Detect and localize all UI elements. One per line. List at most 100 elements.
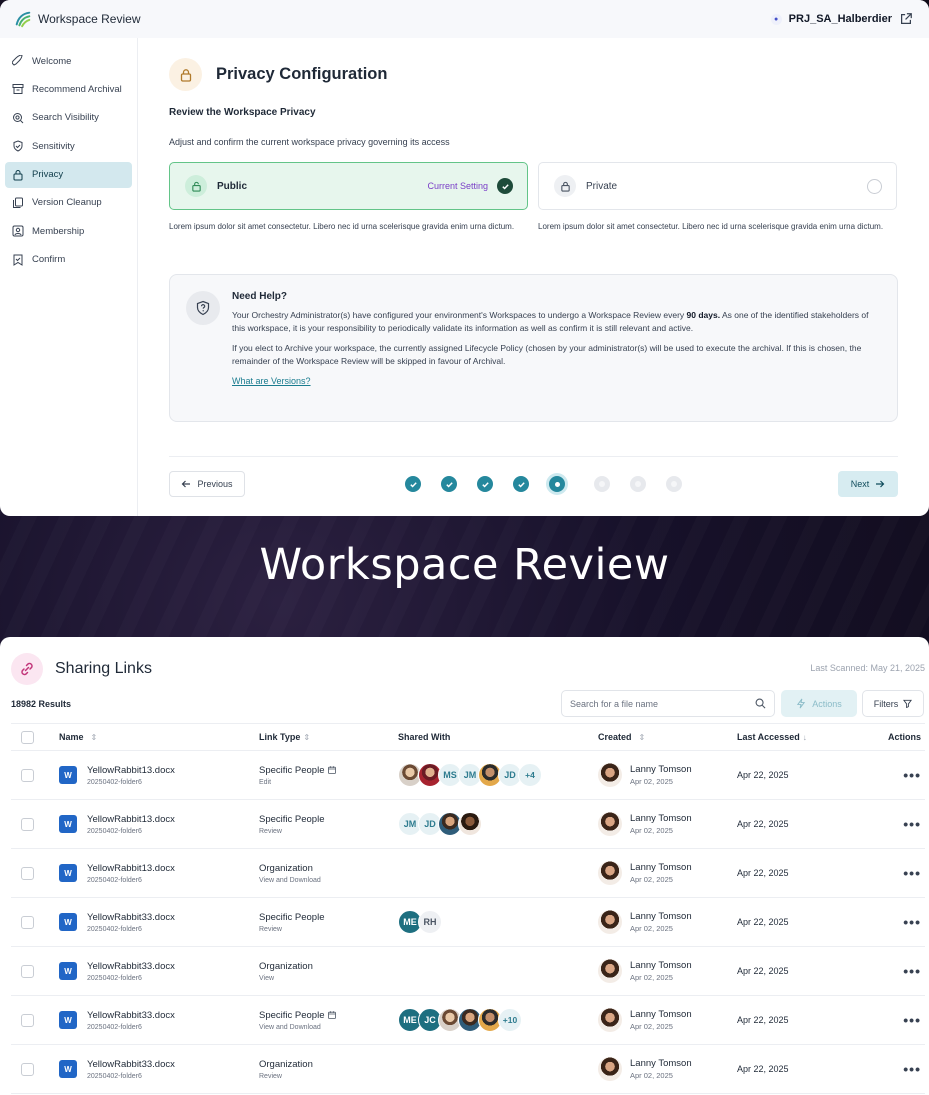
shared-with-avatars[interactable]: JM JD bbox=[398, 812, 598, 836]
section-heading: Review the Workspace Privacy bbox=[169, 107, 316, 118]
lightning-icon bbox=[797, 698, 806, 709]
column-last-accessed[interactable]: Last Accessed ↓ bbox=[737, 732, 869, 742]
calendar-icon bbox=[328, 766, 337, 774]
folder-name: 20250402-folder6 bbox=[87, 1072, 142, 1080]
what-are-versions-link[interactable]: What are Versions? bbox=[232, 376, 311, 386]
creator-name: Lanny Tomson bbox=[630, 813, 692, 824]
folder-name: 20250402-folder6 bbox=[87, 925, 142, 933]
sidebar-item-welcome[interactable]: Welcome bbox=[5, 48, 132, 74]
row-checkbox[interactable] bbox=[21, 866, 34, 880]
creator-avatar bbox=[598, 861, 622, 885]
sidebar-item-sensitivity[interactable]: Sensitivity bbox=[5, 133, 132, 159]
file-name: YellowRabbit13.docx bbox=[87, 764, 175, 776]
row-checkbox[interactable] bbox=[21, 964, 34, 978]
project-selector[interactable]: ● PRJ_SA_Halberdier bbox=[770, 12, 913, 26]
question-shield-icon bbox=[186, 291, 220, 325]
more-actions-icon[interactable]: ••• bbox=[903, 865, 921, 881]
link-permission: View and Download bbox=[259, 876, 321, 884]
more-actions-icon[interactable]: ••• bbox=[903, 963, 921, 979]
step-4-done bbox=[513, 476, 529, 492]
user-icon bbox=[12, 225, 24, 237]
sidebar-item-label: Privacy bbox=[32, 169, 64, 181]
folder-name: 20250402-folder6 bbox=[87, 778, 142, 786]
file-name: YellowRabbit33.docx bbox=[87, 911, 175, 923]
table-row[interactable]: W YellowRabbit13.docx 20250402-folder6 Spec… bbox=[11, 800, 925, 849]
row-checkbox[interactable] bbox=[21, 768, 34, 782]
more-actions-icon[interactable]: ••• bbox=[903, 1012, 921, 1028]
step-2-done bbox=[441, 476, 457, 492]
option-public: Public Current Setting Lorem ipsum dolor… bbox=[169, 162, 528, 232]
link-permission: Edit bbox=[259, 778, 272, 786]
avatar bbox=[458, 812, 482, 836]
sidebar-item-privacy[interactable]: Privacy bbox=[5, 161, 132, 188]
row-checkbox[interactable] bbox=[21, 817, 34, 831]
search-input[interactable]: Search for a file name bbox=[561, 690, 775, 717]
sort-icon: ⇕ bbox=[638, 732, 646, 742]
actions-button[interactable]: Actions bbox=[781, 690, 857, 717]
folder-name: 20250402-folder6 bbox=[87, 827, 142, 835]
previous-button[interactable]: Previous bbox=[169, 471, 245, 497]
last-accessed-date: Apr 22, 2025 bbox=[737, 1064, 789, 1074]
sort-desc-icon: ↓ bbox=[802, 733, 807, 742]
table-row[interactable]: W YellowRabbit33.docx 20250402-folder6 Spec… bbox=[11, 996, 925, 1045]
table-row[interactable]: W YellowRabbit33.docx 20250402-folder6 Spec… bbox=[11, 898, 925, 947]
shared-with-avatars[interactable]: ME RH bbox=[398, 910, 598, 934]
link-type: Specific People bbox=[259, 1009, 325, 1021]
shared-with-avatars[interactable]: ME JC +10 bbox=[398, 1008, 598, 1032]
filters-button[interactable]: Filters bbox=[862, 690, 924, 717]
teams-icon: ● bbox=[770, 13, 782, 25]
step-8-todo bbox=[666, 476, 682, 492]
lock-icon bbox=[13, 169, 23, 181]
link-permission: Review bbox=[259, 827, 282, 835]
sidebar-item-membership[interactable]: Membership bbox=[5, 218, 132, 244]
title-row: Privacy Configuration bbox=[169, 58, 898, 91]
bookmark-check-icon bbox=[13, 254, 23, 266]
option-description: Lorem ipsum dolor sit amet consectetur. … bbox=[538, 222, 884, 231]
link-permission: Review bbox=[259, 1072, 282, 1080]
privacy-options: Public Current Setting Lorem ipsum dolor… bbox=[169, 162, 898, 232]
column-name[interactable]: Name ⇕ bbox=[59, 732, 259, 742]
creator-name: Lanny Tomson bbox=[630, 764, 692, 775]
table-row[interactable]: W YellowRabbit33.docx 20250402-folder6 Orga… bbox=[11, 1045, 925, 1094]
external-link-icon[interactable] bbox=[899, 12, 913, 26]
sidebar-item-search-visibility[interactable]: Search Visibility bbox=[5, 105, 132, 131]
next-button[interactable]: Next bbox=[838, 471, 898, 497]
link-type: Specific People bbox=[259, 813, 325, 825]
creator-avatar bbox=[598, 959, 622, 983]
more-actions-icon[interactable]: ••• bbox=[903, 1061, 921, 1077]
table-row[interactable]: W YellowRabbit13.docx 20250402-folder6 Spec… bbox=[11, 751, 925, 800]
created-date: Apr 02, 2025 bbox=[630, 1022, 673, 1031]
sidebar-item-label: Membership bbox=[32, 225, 85, 237]
shared-with-avatars[interactable]: MS JM JD +4 bbox=[398, 763, 598, 787]
option-label: Public bbox=[217, 180, 248, 192]
column-created[interactable]: Created ⇕ bbox=[598, 732, 737, 742]
step-6-todo bbox=[594, 476, 610, 492]
more-actions-icon[interactable]: ••• bbox=[903, 816, 921, 832]
more-actions-icon[interactable]: ••• bbox=[903, 914, 921, 930]
row-checkbox[interactable] bbox=[21, 915, 34, 929]
column-link-type[interactable]: Link Type ⇕ bbox=[259, 732, 398, 742]
sidebar-item-version-cleanup[interactable]: Version Cleanup bbox=[5, 190, 132, 216]
word-file-icon: W bbox=[59, 766, 80, 784]
row-checkbox[interactable] bbox=[21, 1062, 34, 1076]
sort-icon: ⇕ bbox=[303, 733, 311, 742]
table-row[interactable]: W YellowRabbit33.docx 20250402-folder6 Orga… bbox=[11, 947, 925, 996]
calendar-icon bbox=[328, 1011, 337, 1019]
last-accessed-date: Apr 22, 2025 bbox=[737, 917, 789, 927]
created-date: Apr 02, 2025 bbox=[630, 777, 673, 786]
select-all-checkbox[interactable] bbox=[21, 730, 34, 744]
radio-button[interactable] bbox=[867, 178, 882, 194]
table-row[interactable]: W YellowRabbit13.docx 20250402-folder6 Orga… bbox=[11, 849, 925, 898]
private-option-card[interactable]: Private bbox=[538, 162, 897, 210]
row-checkbox[interactable] bbox=[21, 1013, 34, 1027]
option-label: Private bbox=[586, 180, 618, 192]
sidebar-item-recommend-archival[interactable]: Recommend Archival bbox=[5, 76, 132, 102]
last-accessed-date: Apr 22, 2025 bbox=[737, 868, 789, 878]
word-file-icon: W bbox=[59, 913, 80, 931]
last-accessed-date: Apr 22, 2025 bbox=[737, 819, 789, 829]
sidebar-item-confirm[interactable]: Confirm bbox=[5, 247, 132, 273]
creator-avatar bbox=[598, 910, 622, 934]
more-actions-icon[interactable]: ••• bbox=[903, 767, 921, 783]
option-private: Private Lorem ipsum dolor sit amet conse… bbox=[538, 162, 897, 232]
public-option-card[interactable]: Public Current Setting bbox=[169, 162, 528, 210]
